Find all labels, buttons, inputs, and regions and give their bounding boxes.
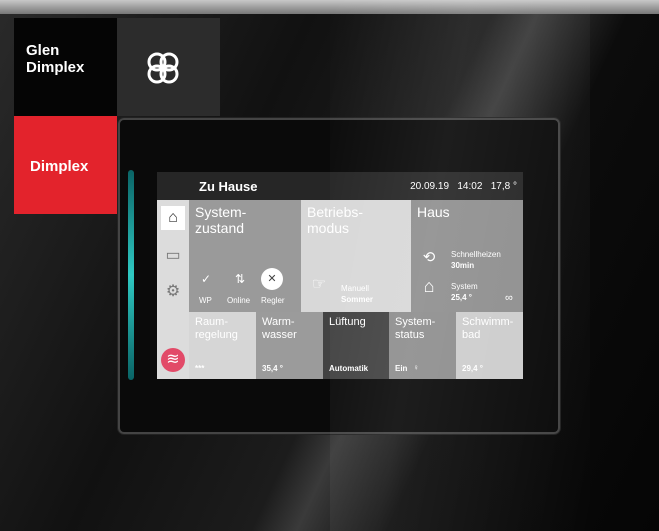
schnellheizen-label: Schnellheizen [451,250,501,259]
brand-name-line1: Glen [26,42,60,59]
tile-systemstatus[interactable]: System- status Ein ♀ [389,312,456,379]
schnellheizen-value: 30min [451,261,475,270]
tile-schwimmbad-title: Schwimm- bad [462,316,513,342]
page-title: Zu Hause [199,179,258,194]
schwimmbad-value: 29,4 ° [462,364,483,373]
regler-label: Regler [261,296,285,305]
quick-heat-icon: ⟲ [422,249,436,266]
online-label: Online [227,296,251,305]
mode-value: Sommer [341,295,374,304]
tile-title-line1: Betriebs- [307,204,364,220]
system-value: 25,4 ° [451,293,472,302]
tile-raumregelung-title: Raum- regelung [195,316,238,342]
infinity-icon: ∞ [505,292,513,304]
brand-red-label: Dimplex [30,158,89,175]
gear-icon[interactable]: ⚙ [161,280,185,304]
brand-name-line2: Dimplex [26,59,85,76]
hand-icon: ☞ [311,276,327,293]
tile-title-line2: modus [307,220,350,236]
updown-arrows-icon: ⇅ [234,272,246,286]
system-label: System [451,282,478,291]
chart-icon[interactable]: ▭ [161,244,185,268]
screen-header: Zu Hause 20.09.19 14:02 17,8 ° [157,172,523,200]
tile-betriebsmodus[interactable]: Betriebs- modus ☞ Manuell Sommer [301,200,411,312]
header-date: 20.09.19 [410,181,450,192]
tile-schwimmbad[interactable]: Schwimm- bad 29,4 ° [456,312,523,379]
alarm-icon[interactable]: ≋ [161,348,185,372]
tile-title-line1: Schwimm- [462,316,514,328]
checkmark-icon: ✓ [200,272,212,286]
celtic-knot-logo [147,52,179,84]
brand-block-logo [117,18,220,116]
tile-lueftung[interactable]: Lüftung Automatik [323,312,389,379]
tile-systemzustand-title: System- zustand [195,204,246,236]
tile-systemzustand[interactable]: System- zustand ✓ ⇅ ✕ WP Online Regler [189,200,301,312]
tile-title-line1: Raum- [195,316,229,328]
raumregelung-value: *** [195,364,205,373]
tile-title-line2: bad [462,329,481,341]
header-time: 14:02 [457,181,483,192]
systemstatus-value: Ein [395,364,408,373]
tile-title-line2: regelung [195,329,238,341]
house-icon: ⌂ [423,276,435,296]
device-top-edge [0,0,659,14]
touch-screen: Zu Hause 20.09.19 14:02 17,8 ° ⌂ ▭ ⚙ ≋ S… [157,172,523,379]
lueftung-value: Automatik [329,364,369,373]
device-panel: Glen Dimplex Dimplex Zu Hause 20.09.19 1… [0,0,659,531]
tile-warmwasser-title: Warm- wasser [262,316,297,342]
tile-title-line1: System- [195,204,247,220]
tile-systemstatus-title: System- status [395,316,435,342]
tile-betriebsmodus-title: Betriebs- modus [307,204,363,236]
lightbulb-icon: ♀ [413,363,419,372]
wp-label: WP [199,296,212,305]
tile-lueftung-title: Lüftung [329,316,366,328]
tile-haus-title: Haus [417,204,450,220]
tile-title-line2: zustand [195,220,245,236]
tile-title-line2: wasser [262,329,297,341]
tile-raumregelung[interactable]: Raum- regelung *** [189,312,256,379]
home-icon[interactable]: ⌂ [161,206,185,230]
tile-title-line2: status [395,329,425,341]
sidebar: ⌂ ▭ ⚙ ≋ [157,200,189,379]
brand-block-black: Glen Dimplex [14,18,117,116]
regler-icon: ✕ [261,268,283,290]
tile-title-line1: Warm- [262,316,295,328]
brand-block-red: Dimplex [14,116,117,214]
tile-haus[interactable]: Haus ⟲ Schnellheizen 30min ⌂ System 25,4… [411,200,523,312]
header-temperature: 17,8 ° [490,181,517,192]
warmwasser-value: 35,4 ° [262,364,283,373]
header-meta: 20.09.19 14:02 17,8 ° [410,181,517,192]
status-led-strip [128,170,134,380]
tile-title-line1: System- [395,316,436,328]
tile-warmwasser[interactable]: Warm- wasser 35,4 ° [256,312,323,379]
mode-label: Manuell [341,284,370,293]
